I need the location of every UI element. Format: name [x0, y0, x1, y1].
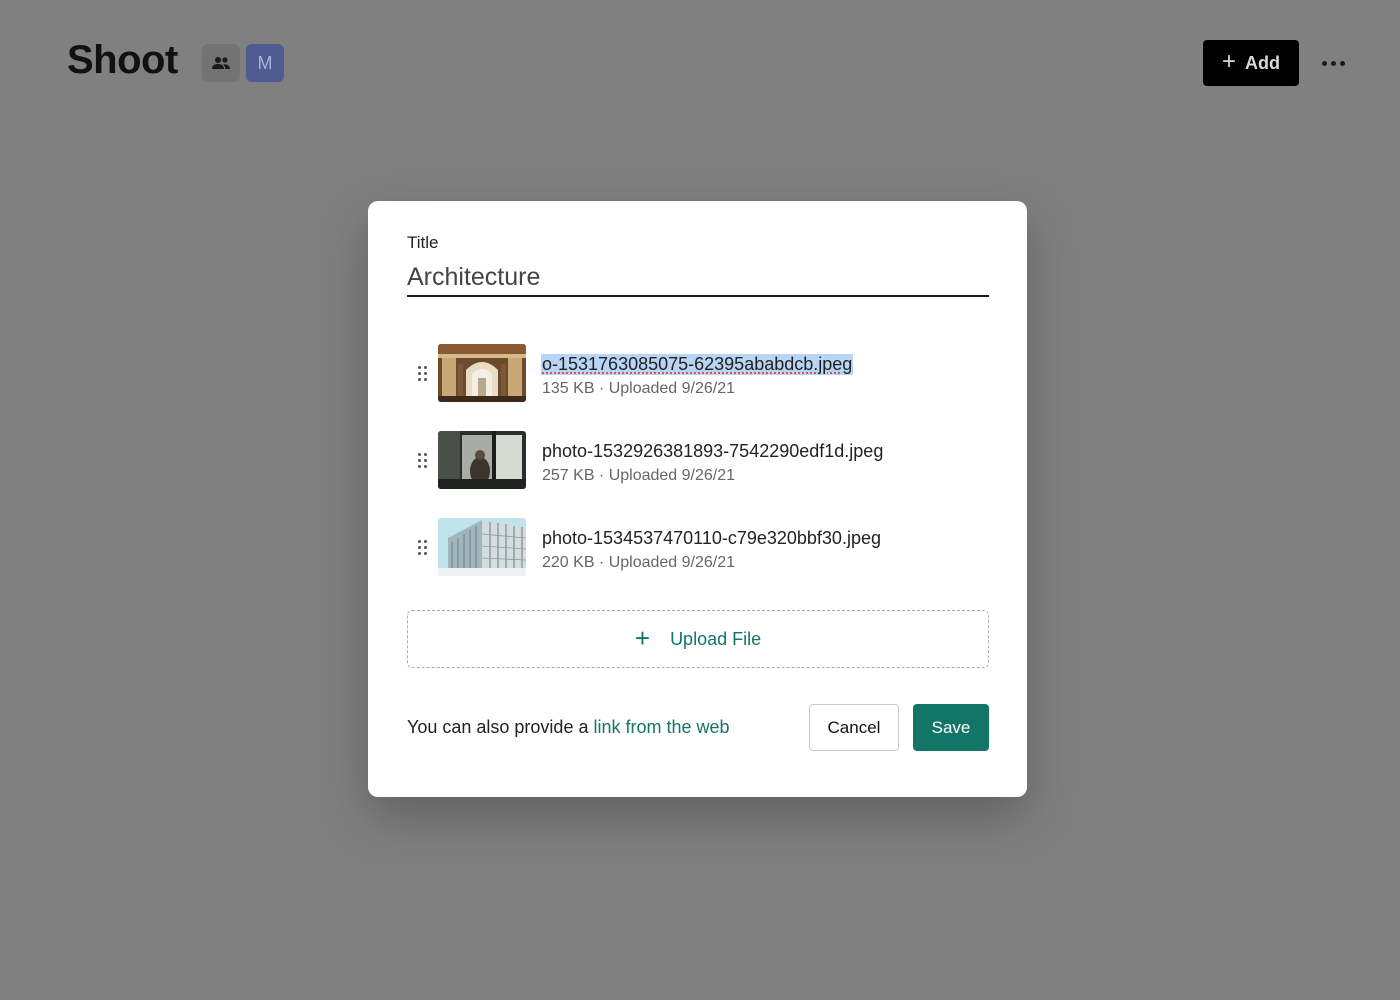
add-button-label: Add — [1245, 52, 1280, 73]
avatar[interactable]: M — [246, 44, 284, 82]
file-thumbnail — [438, 344, 526, 402]
dot-icon — [1330, 60, 1336, 66]
title-input[interactable] — [407, 259, 989, 297]
footer-hint: You can also provide a link from the web — [407, 717, 730, 738]
file-name[interactable]: o-1531763085075-62395ababdcb.jpeg — [541, 354, 854, 375]
plus-icon: + — [1221, 48, 1236, 75]
dot-icon — [1339, 60, 1345, 66]
drag-handle-icon[interactable] — [418, 540, 428, 556]
share-button[interactable] — [202, 44, 240, 82]
title-label: Title — [407, 233, 439, 252]
link-from-web[interactable]: link from the web — [593, 717, 729, 737]
file-row: o-1531763085075-62395ababdcb.jpeg 135 KB… — [418, 344, 978, 404]
plus-icon: + — [634, 622, 651, 653]
cancel-button[interactable]: Cancel — [809, 704, 899, 751]
file-meta: 257 KB · Uploaded 9/26/21 — [542, 467, 736, 484]
footer-hint-text: You can also provide a — [407, 717, 594, 737]
file-name[interactable]: photo-1532926381893-7542290edf1d.jpeg — [542, 441, 883, 462]
file-row: photo-1532926381893-7542290edf1d.jpeg 25… — [418, 431, 978, 491]
file-thumbnail — [438, 518, 526, 576]
add-button[interactable]: + Add — [1203, 40, 1299, 86]
file-name[interactable]: photo-1534537470110-c79e320bbf30.jpeg — [542, 528, 881, 549]
drag-handle-icon[interactable] — [418, 453, 428, 469]
upload-file-button[interactable]: + Upload File — [407, 610, 989, 668]
upload-file-label: Upload File — [670, 628, 762, 649]
edit-dialog: Title o-1531763085075-62395ababdcb.jpeg … — [368, 201, 1027, 797]
people-icon — [212, 57, 230, 69]
more-options-button[interactable] — [1316, 52, 1350, 74]
file-meta: 220 KB · Uploaded 9/26/21 — [542, 554, 736, 571]
file-thumbnail — [438, 431, 526, 489]
drag-handle-icon[interactable] — [418, 366, 428, 382]
save-button[interactable]: Save — [913, 704, 989, 751]
file-row: photo-1534537470110-c79e320bbf30.jpeg 22… — [418, 518, 978, 578]
dot-icon — [1321, 60, 1327, 66]
file-meta: 135 KB · Uploaded 9/26/21 — [542, 380, 736, 397]
page-title: Shoot — [67, 38, 178, 82]
